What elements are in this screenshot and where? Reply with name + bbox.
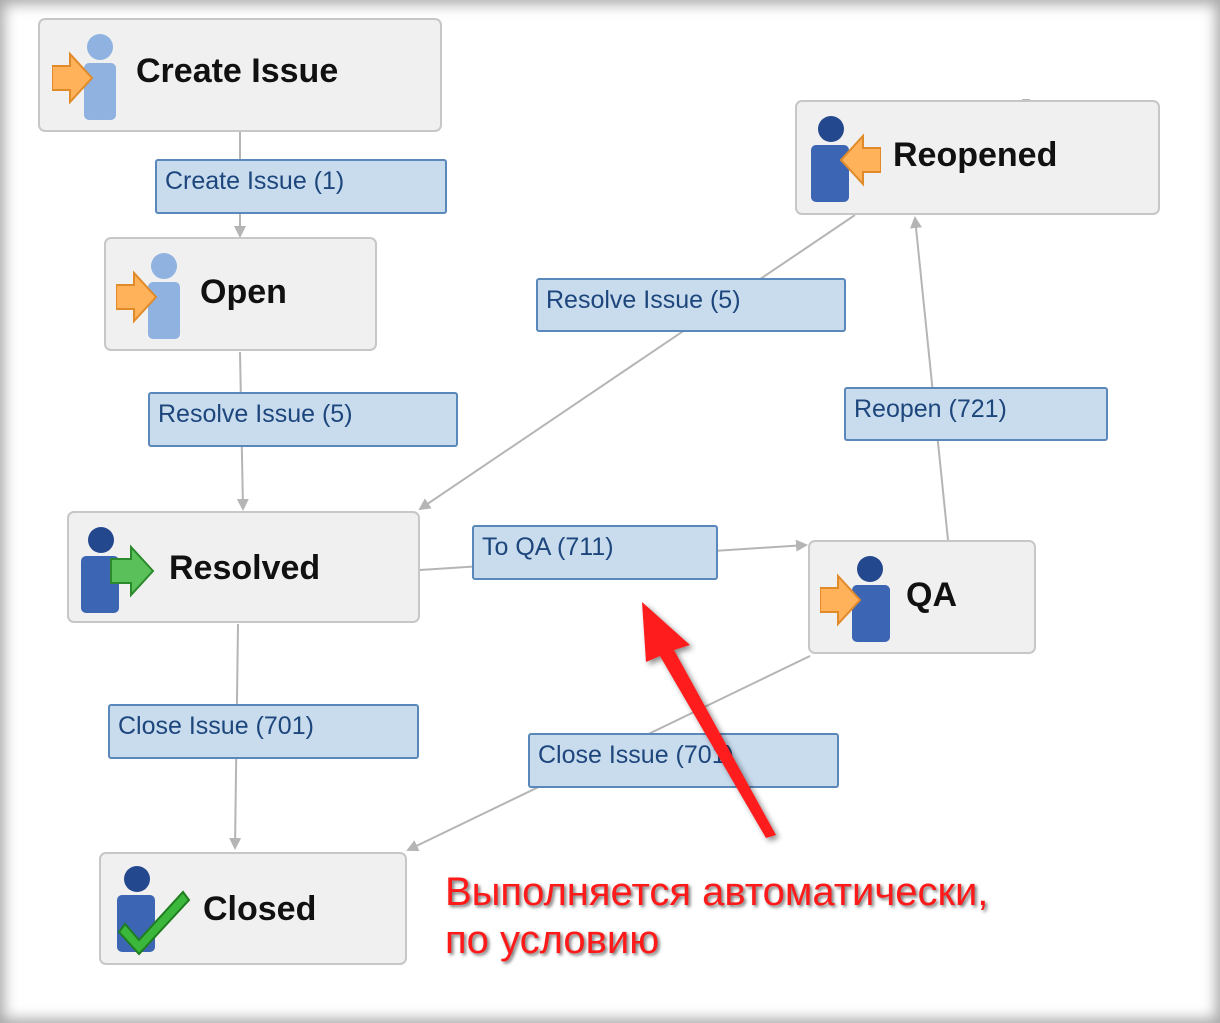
status-label: Reopened — [893, 136, 1058, 174]
status-resolved[interactable]: Resolved — [67, 511, 420, 623]
annotation-line-1: Выполняется автоматически, — [445, 870, 989, 914]
person-arrow-in-icon — [116, 253, 180, 339]
person-check-icon — [117, 866, 191, 956]
status-label: Resolved — [169, 549, 321, 587]
status-qa[interactable]: QA — [808, 540, 1036, 654]
status-label: Create Issue — [136, 52, 339, 90]
transition-create-issue[interactable]: Create Issue (1) — [155, 159, 447, 214]
annotation-line-2: по условию — [445, 918, 660, 962]
transition-resolve-from-open[interactable]: Resolve Issue (5) — [148, 392, 458, 447]
transition-to-qa[interactable]: To QA (711) — [472, 525, 718, 580]
edge-qa-to-reopened — [910, 216, 949, 541]
annotation-arrow — [642, 602, 776, 838]
transition-close-from-resolved[interactable]: Close Issue (701) — [108, 704, 419, 759]
status-open[interactable]: Open — [104, 237, 377, 351]
transition-resolve-from-reopened[interactable]: Resolve Issue (5) — [536, 278, 846, 332]
status-reopened[interactable]: Reopened — [795, 100, 1160, 215]
status-label: Open — [200, 273, 287, 311]
status-label: Closed — [203, 890, 317, 928]
status-label: QA — [906, 576, 957, 614]
person-arrow-in-icon — [820, 556, 890, 642]
status-create-issue[interactable]: Create Issue — [38, 18, 442, 132]
transition-reopen[interactable]: Reopen (721) — [844, 387, 1108, 441]
annotation-text: Выполняется автоматически, по условию — [445, 868, 988, 964]
status-closed[interactable]: Closed — [99, 852, 407, 965]
person-arrow-back-icon — [811, 116, 881, 202]
person-arrow-out-icon — [81, 527, 155, 613]
person-arrow-in-icon — [52, 34, 116, 120]
edge-reopened-to-resolved — [418, 214, 856, 511]
